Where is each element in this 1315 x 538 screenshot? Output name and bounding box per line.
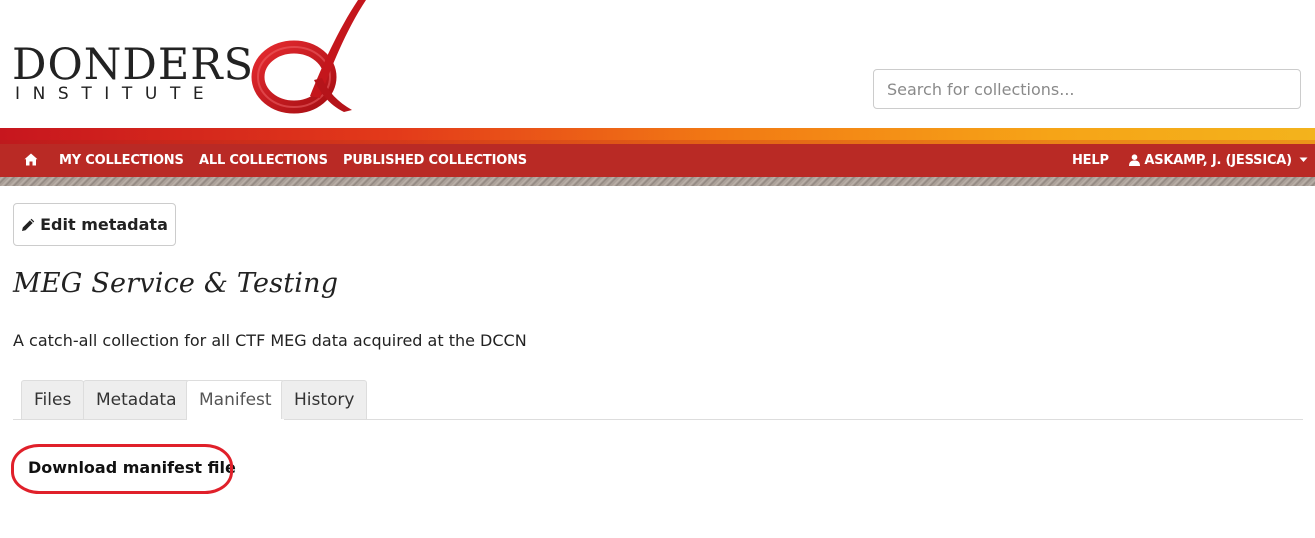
collection-description: A catch-all collection for all CTF MEG d…: [13, 331, 527, 350]
collection-tabs: Files Metadata Manifest History: [13, 380, 1303, 420]
search-input[interactable]: [873, 69, 1301, 109]
user-icon: [1129, 154, 1140, 166]
tab-manifest[interactable]: Manifest: [186, 380, 285, 420]
logo-subtitle: INSTITUTE: [15, 84, 217, 104]
nav-my-collections[interactable]: MY COLLECTIONS: [59, 144, 184, 177]
edit-metadata-label: Edit metadata: [40, 215, 168, 234]
user-name: ASKAMP, J. (JESSICA): [1144, 153, 1292, 168]
site-header: DONDERS INSTITUTE: [0, 0, 1315, 128]
main-navbar: MY COLLECTIONS ALL COLLECTIONS PUBLISHED…: [0, 144, 1315, 177]
nav-home[interactable]: [24, 144, 38, 177]
tab-files[interactable]: Files: [21, 380, 85, 419]
collection-title: MEG Service & Testing: [13, 268, 339, 299]
tab-metadata[interactable]: Metadata: [83, 380, 190, 419]
logo-title: DONDERS: [12, 40, 255, 90]
tab-history[interactable]: History: [281, 380, 368, 419]
nav-published-collections[interactable]: PUBLISHED COLLECTIONS: [343, 144, 527, 177]
download-manifest-link[interactable]: Download manifest file: [28, 458, 236, 477]
home-icon: [24, 153, 38, 166]
caret-down-icon: [1299, 157, 1308, 162]
pencil-icon: [22, 218, 35, 231]
nav-all-collections[interactable]: ALL COLLECTIONS: [199, 144, 328, 177]
nav-user-menu[interactable]: ASKAMP, J. (JESSICA): [1129, 144, 1308, 177]
edit-metadata-button[interactable]: Edit metadata: [13, 203, 176, 246]
nav-help[interactable]: HELP: [1072, 144, 1109, 177]
alpha-logo-mark-icon: [251, 0, 366, 114]
navbar-texture-band: [0, 177, 1315, 186]
donders-logo[interactable]: DONDERS INSTITUTE: [12, 0, 366, 118]
